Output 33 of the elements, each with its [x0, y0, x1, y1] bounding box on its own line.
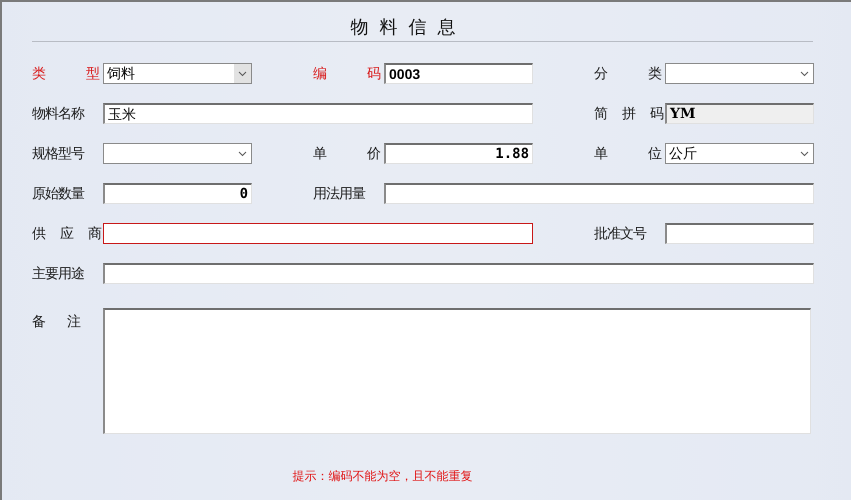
- input-field[interactable]: 0003: [384, 63, 533, 84]
- hint-text: 提示：编码不能为空，且不能重复: [292, 468, 472, 485]
- field-label: 批准文号: [594, 224, 648, 243]
- field-label: 规格型号: [32, 144, 86, 163]
- input-field[interactable]: 玉米: [103, 103, 533, 124]
- dropdown-field[interactable]: [665, 63, 814, 84]
- caret-icon: [800, 150, 809, 156]
- dropdown-field[interactable]: 饲料: [103, 63, 252, 84]
- input-field[interactable]: YM: [665, 103, 814, 124]
- input-field[interactable]: [103, 263, 814, 284]
- input-field[interactable]: 0: [103, 183, 252, 204]
- dropdown-field[interactable]: [103, 143, 252, 164]
- field-label: 备 注: [32, 312, 82, 331]
- field-label: 原始数量: [32, 184, 86, 203]
- form-title: 物 料 信 息: [350, 16, 458, 39]
- input-field[interactable]: [103, 223, 533, 244]
- field-label: 主要用途: [32, 264, 85, 283]
- field-label: 分 类: [594, 64, 663, 83]
- dropdown-field[interactable]: 公斤: [665, 143, 814, 164]
- input-field[interactable]: 1.88: [384, 143, 533, 164]
- field-label: 类 型: [32, 64, 101, 83]
- input-field[interactable]: [665, 223, 814, 244]
- field-label: 物料名称: [32, 104, 86, 123]
- field-label: 单 位: [594, 144, 663, 163]
- caret-icon: [800, 70, 809, 76]
- field-label: 编 码: [313, 64, 382, 83]
- caret-icon: [238, 150, 247, 156]
- caret-icon: [238, 70, 247, 76]
- field-label: 供 应 商: [32, 224, 103, 243]
- field-label: 用法用量: [313, 184, 366, 203]
- input-field[interactable]: [384, 183, 814, 204]
- field-label: 单 价: [313, 144, 382, 163]
- field-label: 简 拼 码: [594, 104, 665, 123]
